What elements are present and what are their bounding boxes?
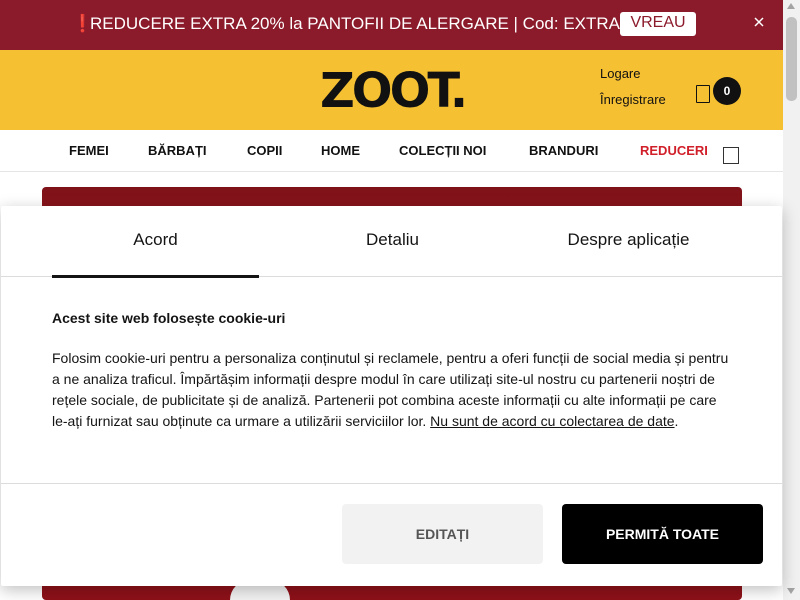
scroll-up-arrow-icon[interactable] [787,3,795,9]
main-nav: FEMEI BĂRBAȚI COPII HOME COLECȚII NOI BR… [0,130,783,172]
logo-text: ZOOT. [320,63,468,119]
shopping-bag-icon[interactable] [696,85,710,103]
decline-data-link[interactable]: Nu sunt de acord cu colectarea de date [430,413,674,429]
register-link[interactable]: Înregistrare [600,92,666,107]
nav-item-femei[interactable]: FEMEI [69,143,109,158]
tab-detaliu[interactable]: Detaliu [289,206,496,277]
nav-item-colectii-noi[interactable]: COLECȚII NOI [399,143,486,158]
cart-count-badge[interactable]: 0 [713,77,741,105]
scroll-down-arrow-icon[interactable] [787,588,795,594]
tab-acord[interactable]: Acord [52,206,259,278]
nav-item-copii[interactable]: COPII [247,143,282,158]
cookie-consent-dialog: Acord Detaliu Despre aplicație Acest sit… [1,206,782,586]
nav-item-barbati[interactable]: BĂRBAȚI [148,143,207,158]
promo-banner: ❗ REDUCERE EXTRA 20% la PANTOFII DE ALER… [0,0,783,50]
cookie-tabs: Acord Detaliu Despre aplicație [1,206,782,278]
cookie-heading: Acest site web folosește cookie-uri [52,310,286,326]
scroll-thumb[interactable] [786,17,797,101]
close-icon[interactable] [752,14,766,30]
nav-item-reduceri[interactable]: REDUCERI [640,143,708,158]
search-icon[interactable] [723,147,739,164]
logo[interactable]: ZOOT. [320,67,482,115]
site-header: ZOOT. Logare Înregistrare 0 [0,50,783,130]
edit-button[interactable]: EDITAȚI [342,504,543,564]
nav-item-home[interactable]: HOME [321,143,360,158]
page-scrollbar[interactable] [783,0,800,600]
divider [1,483,782,484]
login-link[interactable]: Logare [600,66,640,81]
promo-text[interactable]: REDUCERE EXTRA 20% la PANTOFII DE ALERGA… [90,14,639,34]
allow-all-button[interactable]: PERMITĂ TOATE [562,504,763,564]
cookie-body-text: Folosim cookie-uri pentru a personaliza … [52,350,729,429]
tab-despre-aplicatie[interactable]: Despre aplicație [525,206,732,277]
nav-item-branduri[interactable]: BRANDURI [529,143,598,158]
promo-cta-button[interactable]: VREAU [620,12,696,36]
